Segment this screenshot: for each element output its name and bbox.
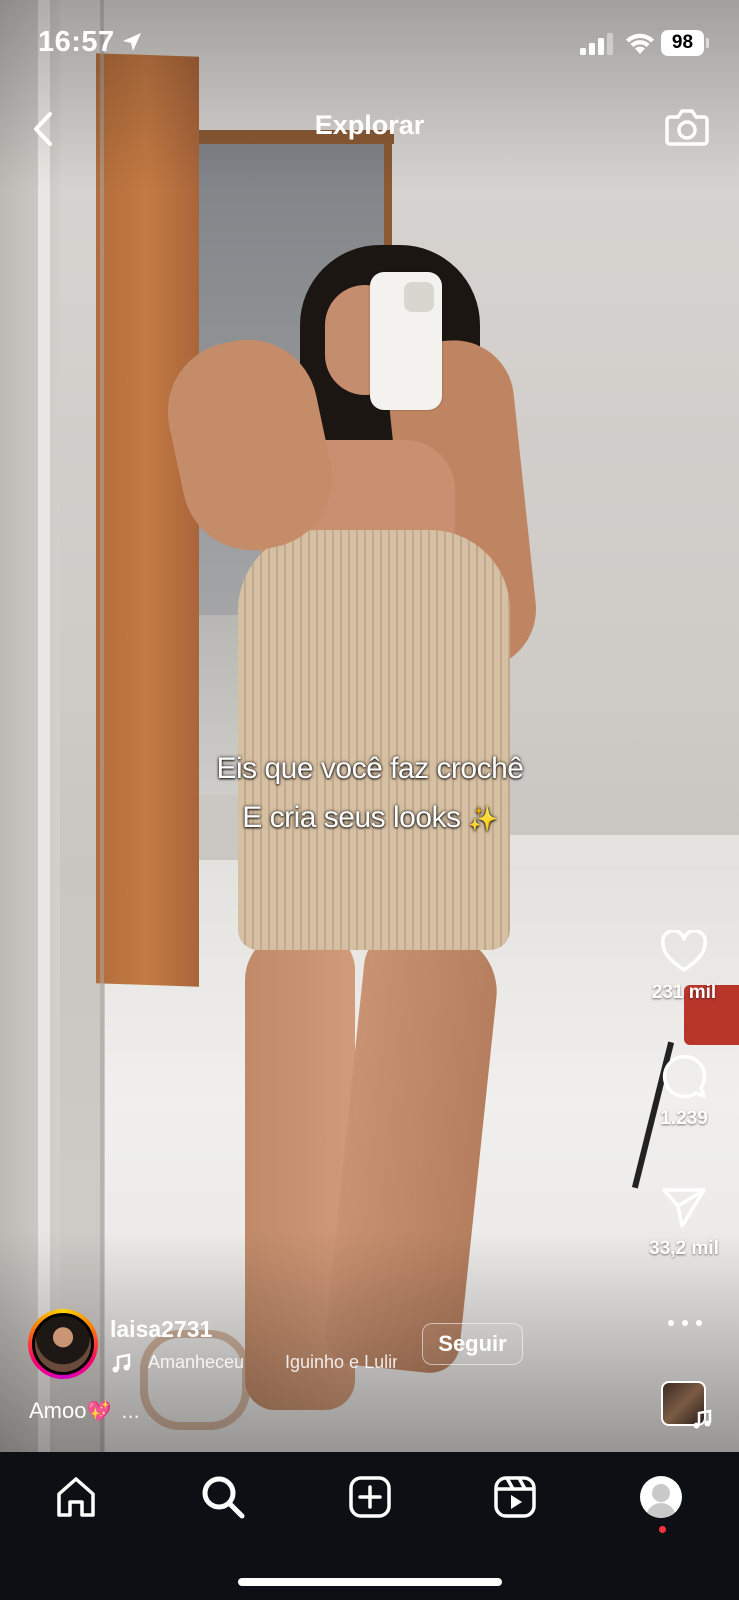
home-indicator xyxy=(238,1578,502,1586)
reels-icon[interactable] xyxy=(492,1474,538,1520)
status-bar: 16:57 98 xyxy=(0,0,739,88)
comment-count: 1.239 xyxy=(660,1108,708,1129)
location-arrow-icon xyxy=(123,33,141,51)
wifi-icon xyxy=(626,33,654,54)
caption-more[interactable]: ... xyxy=(121,1398,139,1423)
caption-emoji: 💖 xyxy=(86,1401,112,1423)
plus-square-icon[interactable] xyxy=(347,1474,393,1520)
status-time: 16:57 xyxy=(38,26,115,58)
profile-body xyxy=(646,1503,676,1518)
music-track-name[interactable]: Amanheceu xyxy=(148,1352,244,1373)
avatar xyxy=(32,1313,94,1375)
share-count: 33,2 mil xyxy=(649,1238,719,1259)
comment-icon[interactable] xyxy=(660,1052,708,1100)
camera-icon[interactable] xyxy=(664,104,710,150)
search-icon[interactable] xyxy=(200,1474,246,1520)
overlay-line-2: E cria seus looks ✨ xyxy=(170,793,570,844)
author-username[interactable]: laisa2731 xyxy=(110,1316,212,1343)
battery-tip xyxy=(706,38,709,48)
heart-icon[interactable] xyxy=(660,930,708,974)
like-button[interactable]: 231 mil xyxy=(629,930,739,1004)
profile-head xyxy=(652,1484,670,1502)
battery-level: 98 xyxy=(661,30,704,56)
author-avatar[interactable] xyxy=(28,1309,98,1379)
cellular-signal-icon xyxy=(580,33,613,55)
follow-button[interactable]: Seguir xyxy=(422,1323,523,1365)
page-title: Explorar xyxy=(314,110,425,140)
door xyxy=(96,53,199,987)
home-icon[interactable] xyxy=(53,1474,99,1520)
music-note-icon xyxy=(693,1409,712,1429)
comment-button[interactable]: 1.239 xyxy=(629,1052,739,1130)
share-button[interactable]: 33,2 mil xyxy=(629,1186,739,1260)
caption-text: Amoo xyxy=(29,1398,87,1423)
music-artist-name[interactable]: Iguinho e Lulinha xyxy=(285,1352,397,1373)
post-caption[interactable]: Amoo💖... xyxy=(29,1398,140,1424)
overlay-line-1: Eis que você faz crochê xyxy=(216,752,524,785)
notification-dot xyxy=(659,1526,666,1533)
like-count: 231 mil xyxy=(651,982,717,1003)
profile-icon[interactable] xyxy=(640,1476,682,1518)
send-icon[interactable] xyxy=(660,1186,708,1230)
bottom-nav xyxy=(0,1452,739,1600)
crochet-dress xyxy=(238,530,510,950)
phone-camera xyxy=(404,282,434,312)
sparkle-emoji: ✨ xyxy=(468,806,498,833)
music-note-icon xyxy=(112,1353,131,1373)
overlay-line-2-text: E cria seus looks xyxy=(242,801,461,834)
video-overlay-text: Eis que você faz crochê E cria seus look… xyxy=(170,744,570,844)
battery-indicator: 98 xyxy=(661,30,709,56)
more-icon[interactable] xyxy=(664,1313,706,1333)
